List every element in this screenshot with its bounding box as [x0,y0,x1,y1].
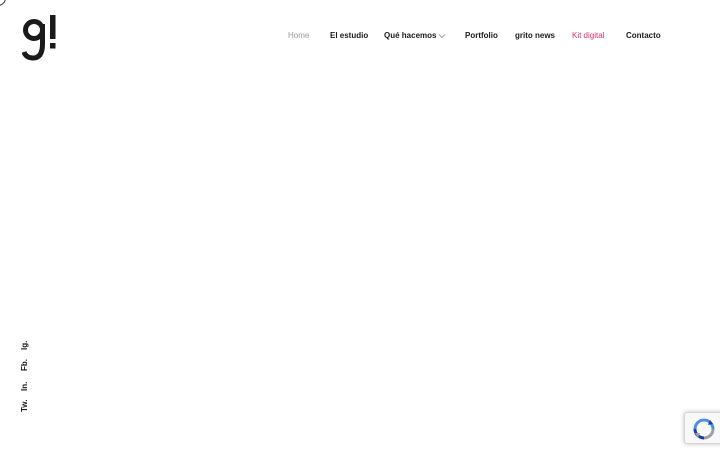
social-link-facebook[interactable]: Fb. [20,359,29,371]
nav-item-que-hacemos[interactable]: Qué hacemos [384,29,436,43]
nav-item-kit-digital[interactable]: Kit digital [572,29,604,43]
recaptcha-icon [693,418,715,440]
social-links: Ig. Fb. In. Tw. [20,336,36,416]
cursor-ring [0,0,6,6]
site-logo[interactable] [21,14,58,62]
nav-item-contacto[interactable]: Contacto [626,29,661,43]
social-link-twitter[interactable]: Tw. [20,400,29,412]
social-link-linkedin[interactable]: In. [20,382,29,391]
nav-item-home[interactable]: Home [288,29,309,43]
nav-item-portfolio[interactable]: Portfolio [465,29,498,43]
chevron-down-icon[interactable] [438,32,446,40]
nav-item-el-estudio[interactable]: El estudio [330,29,368,43]
nav-item-grito-news[interactable]: grito news [515,29,555,43]
page: Home El estudio Qué hacemos Portfolio gr… [0,0,720,450]
recaptcha-badge[interactable] [684,412,720,444]
logo-mark-icon [21,15,56,61]
social-link-instagram[interactable]: Ig. [20,341,29,350]
